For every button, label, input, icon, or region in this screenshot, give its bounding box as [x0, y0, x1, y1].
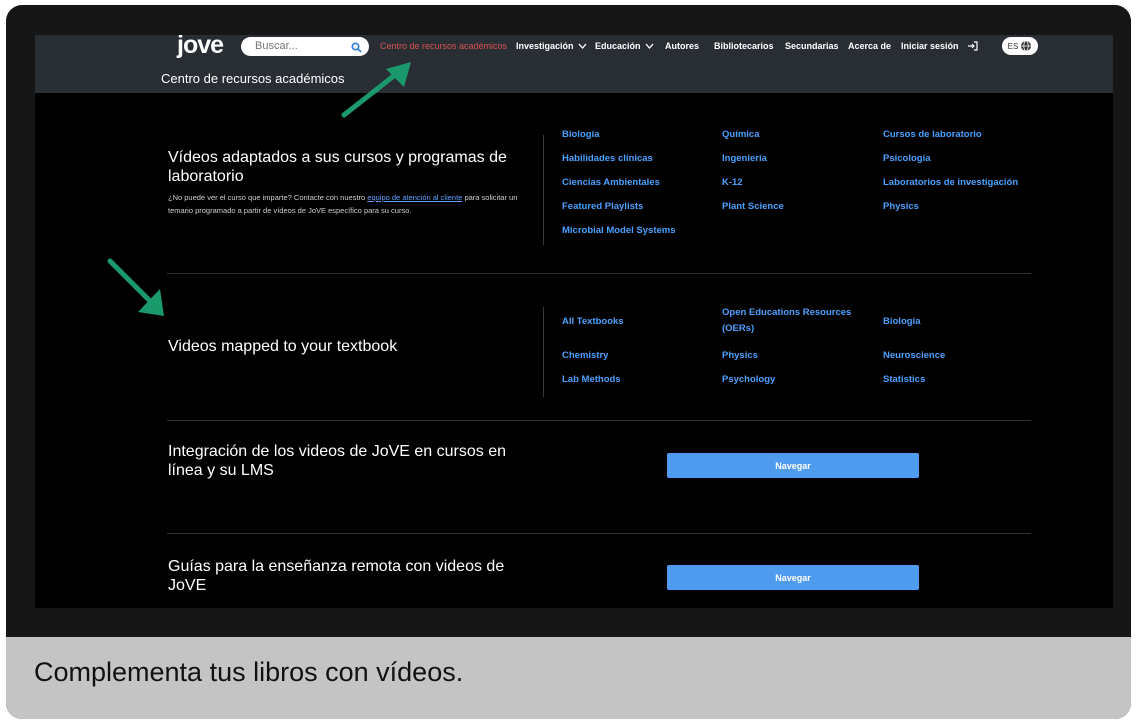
nav-secundarias[interactable]: Secundarias: [785, 35, 839, 57]
link-psychology[interactable]: Psychology: [722, 372, 775, 388]
link-quimica[interactable]: Química: [722, 127, 760, 143]
arrow-up-right-icon: [341, 62, 411, 118]
link-ciencias-ambientales[interactable]: Ciencias Ambientales: [562, 175, 660, 191]
navegar-lms-button[interactable]: Navegar: [667, 453, 919, 478]
link-psicologia[interactable]: Psicología: [883, 151, 931, 167]
link-k12[interactable]: K-12: [722, 175, 743, 191]
nav-educacion-label: Educación: [595, 41, 641, 51]
nav-iniciar-sesion[interactable]: Iniciar sesión: [901, 35, 979, 57]
browser-screen: jove Centro de recursos académicos Inves…: [35, 35, 1113, 608]
search-box[interactable]: [241, 37, 369, 56]
link-physics[interactable]: Physics: [883, 199, 919, 215]
chevron-down-icon: [578, 43, 587, 49]
section-title-courses: Vídeos adaptados a sus cursos y programa…: [168, 149, 507, 185]
section-divider: [167, 420, 1031, 421]
link-cursos-laboratorio[interactable]: Cursos de laboratorio: [883, 127, 982, 143]
desc-text-before: ¿No puede ver el curso que imparte? Cont…: [168, 193, 368, 202]
section-divider: [167, 533, 1031, 534]
vertical-divider: [543, 307, 544, 397]
language-code: ES: [1007, 41, 1019, 51]
link-oers[interactable]: Open Educations Resources (OERs): [722, 305, 867, 337]
link-physics-textbook[interactable]: Physics: [722, 348, 758, 364]
link-microbial-model-systems[interactable]: Microbial Model Systems: [562, 223, 676, 239]
search-icon[interactable]: [351, 40, 362, 58]
link-featured-playlists[interactable]: Featured Playlists: [562, 199, 643, 215]
nav-acerca-de[interactable]: Acerca de: [848, 35, 891, 57]
nav-autores[interactable]: Autores: [665, 35, 699, 57]
arrow-down-right-icon: [107, 258, 164, 316]
language-selector[interactable]: ES: [1002, 37, 1038, 55]
caption-text: Complementa tus libros con vídeos.: [34, 657, 464, 687]
login-label: Iniciar sesión: [901, 41, 959, 51]
section-title-remote: Guías para la enseñanza remota con video…: [168, 558, 505, 594]
nav-educacion[interactable]: Educación: [595, 35, 654, 57]
section-divider: [167, 273, 1031, 274]
nav-academic-resources[interactable]: Centro de recursos académicos: [380, 35, 507, 57]
chevron-down-icon: [645, 43, 654, 49]
vertical-divider: [543, 135, 544, 245]
link-ingenieria[interactable]: Ingeniería: [722, 151, 767, 167]
page-subtitle: Centro de recursos académicos: [161, 71, 345, 86]
login-icon: [967, 41, 978, 51]
jove-logo[interactable]: jove: [177, 35, 224, 60]
nav-bibliotecarios[interactable]: Bibliotecarios: [714, 35, 774, 57]
link-statistics[interactable]: Statistics: [883, 372, 925, 388]
link-chemistry[interactable]: Chemistry: [562, 348, 608, 364]
link-neuroscience[interactable]: Neuroscience: [883, 348, 945, 364]
globe-icon: [1021, 40, 1032, 52]
search-input[interactable]: [255, 39, 343, 53]
device-frame: jove Centro de recursos académicos Inves…: [6, 5, 1131, 719]
link-all-textbooks[interactable]: All Textbooks: [562, 314, 624, 330]
navegar-remote-button[interactable]: Navegar: [667, 565, 919, 590]
nav-investigacion[interactable]: Investigación: [516, 35, 587, 57]
customer-support-link[interactable]: equipo de atención al cliente: [367, 193, 462, 202]
link-lab-methods[interactable]: Lab Methods: [562, 372, 621, 388]
caption-bar: Complementa tus libros con vídeos.: [6, 637, 1131, 719]
section-title-lms: Integración de los videos de JoVE en cur…: [168, 443, 506, 479]
section-title-textbook: Videos mapped to your textbook: [168, 338, 398, 355]
link-biologia[interactable]: Biología: [562, 127, 599, 143]
top-navigation-bar: jove Centro de recursos académicos Inves…: [35, 35, 1113, 93]
link-plant-science[interactable]: Plant Science: [722, 199, 784, 215]
link-laboratorios-investigacion[interactable]: Laboratorios de investigación: [883, 175, 1018, 191]
section-description: ¿No puede ver el curso que imparte? Cont…: [168, 191, 528, 217]
link-habilidades-clinicas[interactable]: Habilidades clínicas: [562, 151, 653, 167]
link-biologia-textbook[interactable]: Biología: [883, 314, 920, 330]
nav-investigacion-label: Investigación: [516, 41, 574, 51]
